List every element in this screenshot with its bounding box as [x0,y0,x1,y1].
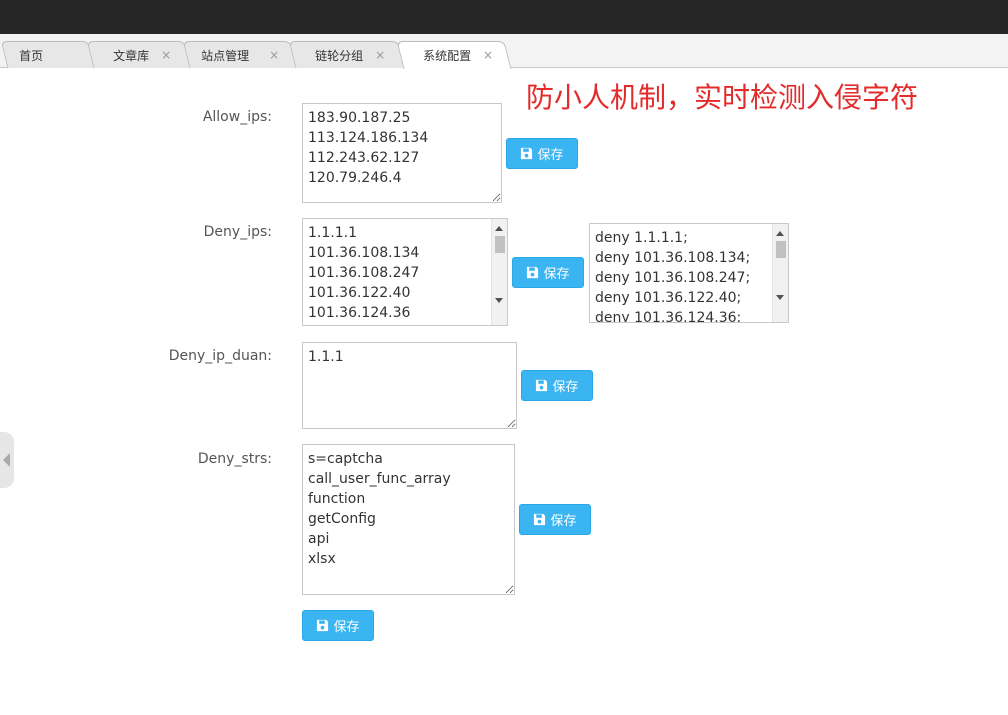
deny-strs-label: Deny_strs: [197,451,272,467]
save-button-label: 保存 [537,148,564,163]
deny-ips-box: 1.1.1.1 101.36.108.134 101.36.108.247 10… [302,218,508,326]
save-deny-ip-duan-button[interactable]: 保存 [521,370,593,401]
deny-ip-duan-textarea[interactable]: 1.1.1 [303,343,516,428]
floppy-disk-icon [527,266,539,279]
allow-ips-label: Allow_ips: [202,109,272,125]
deny-ips-output-box: deny 1.1.1.1; deny 101.36.108.134; deny … [589,223,789,323]
tab-label: 链轮分组 [315,48,364,63]
tab-label: 首页 [19,48,44,63]
save-button-label: 保存 [543,267,570,282]
save-button-label: 保存 [552,380,579,395]
deny-ips-output-textarea[interactable]: deny 1.1.1.1; deny 101.36.108.134; deny … [590,224,788,322]
scroll-down-icon [495,298,503,303]
tab-label: 系统配置 [423,49,472,63]
tab-site-management[interactable]: 站点管理 × [182,41,298,68]
deny-ips-scrollbar[interactable] [491,219,507,325]
scroll-up-icon [495,226,503,231]
deny-ip-duan-label: Deny_ip_duan: [168,348,272,364]
tab-home[interactable]: 首页 [0,41,96,68]
close-icon[interactable]: × [269,48,279,62]
tab-label: 文章库 [113,48,150,63]
floppy-disk-icon [534,513,546,526]
save-deny-ips-button[interactable]: 保存 [512,257,584,288]
annotation-text: 防小人机制，实时检测入侵字符 [526,81,919,114]
floppy-disk-icon [521,147,533,160]
tab-strip: 首页 文章库 × 站点管理 × 链轮分组 × 系统配置 × [0,34,1008,69]
save-button-label: 保存 [333,620,360,635]
close-icon[interactable]: × [483,48,493,62]
tab-link-wheel-group[interactable]: 链轮分组 × [288,41,406,68]
top-bar [0,0,1008,34]
side-toggle[interactable] [0,432,14,488]
deny-ip-duan-box: 1.1.1 [302,342,517,429]
close-icon[interactable]: × [375,48,385,62]
floppy-disk-icon [536,379,548,392]
floppy-disk-icon [317,619,329,632]
deny-strs-box: s=captcha call_user_func_array function … [302,444,515,595]
deny-ips-output-scrollbar[interactable] [772,224,788,322]
scroll-thumb[interactable] [776,241,786,258]
scroll-down-icon [776,295,784,300]
save-button-label: 保存 [550,514,577,529]
tab-label: 站点管理 [201,48,250,63]
save-deny-strs-button[interactable]: 保存 [519,504,591,535]
allow-ips-textarea[interactable]: 183.90.187.25 113.124.186.134 112.243.62… [303,104,501,202]
deny-ips-textarea[interactable]: 1.1.1.1 101.36.108.134 101.36.108.247 10… [303,219,507,325]
scroll-thumb[interactable] [495,236,505,253]
save-all-button[interactable]: 保存 [302,610,374,641]
deny-ips-label: Deny_ips: [203,224,272,240]
save-allow-ips-button[interactable]: 保存 [506,138,578,169]
tab-system-config[interactable]: 系统配置 × [396,41,512,69]
tab-article-library[interactable]: 文章库 × [86,41,192,68]
deny-strs-textarea[interactable]: s=captcha call_user_func_array function … [303,445,514,594]
scroll-up-icon [776,231,784,236]
close-icon[interactable]: × [161,48,171,62]
allow-ips-box: 183.90.187.25 113.124.186.134 112.243.62… [302,103,502,203]
caret-left-icon [3,453,10,467]
